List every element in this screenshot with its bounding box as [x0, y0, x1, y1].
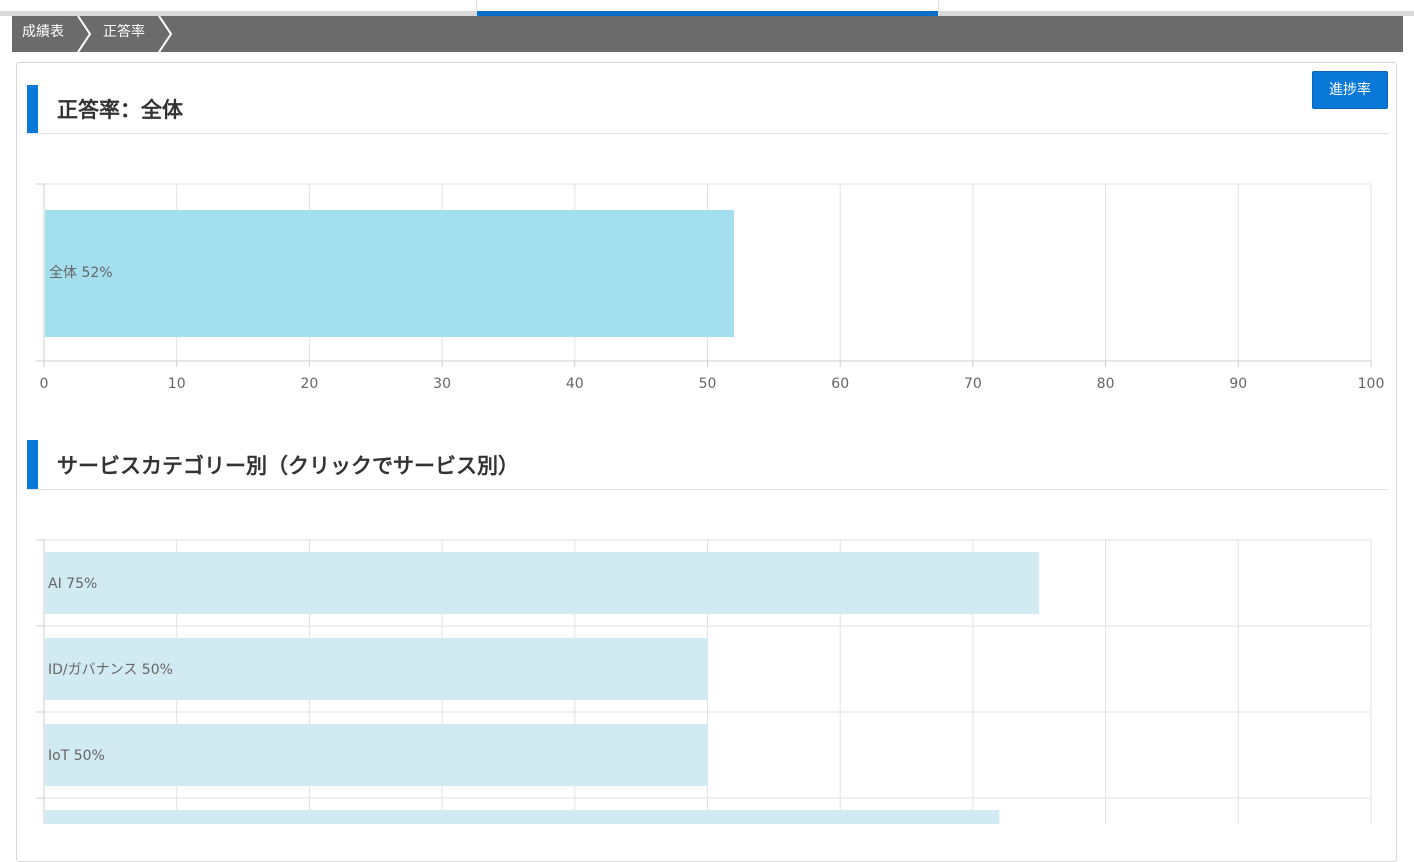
chevron-right-icon	[158, 16, 173, 52]
x-tick-label: 40	[566, 376, 584, 392]
section-header-overall: 正答率：全体	[27, 85, 1388, 134]
x-tick-label: 20	[300, 376, 318, 392]
x-tick-label: 50	[699, 376, 717, 392]
overall-bar[interactable]	[45, 210, 735, 337]
x-tick-label: 30	[433, 376, 451, 392]
bar-label: 全体 52%	[49, 264, 113, 281]
active-tab[interactable]	[476, 0, 939, 16]
breadcrumb-item-report[interactable]: 成績表	[22, 16, 64, 52]
category-bar[interactable]	[45, 552, 1040, 614]
top-tab-strip	[0, 0, 1414, 16]
x-tick-label: 80	[1097, 376, 1115, 392]
x-tick-label: 10	[168, 376, 186, 392]
breadcrumb: 成績表 正答率	[12, 16, 1403, 52]
bar-label: AI 75%	[48, 576, 97, 592]
section-header-category: サービスカテゴリー別（クリックでサービス別）	[27, 440, 1388, 490]
x-tick-label: 70	[964, 376, 982, 392]
section-accent	[27, 85, 38, 133]
bar-label: IoT 50%	[48, 748, 105, 764]
category-bar[interactable]	[45, 810, 1000, 824]
chevron-right-icon	[77, 16, 92, 52]
category-accuracy-chart: AI 75% ID/ガバナンス 50% IoT 50%	[36, 539, 1372, 824]
x-tick-label: 90	[1229, 376, 1247, 392]
breadcrumb-item-accuracy[interactable]: 正答率	[103, 16, 145, 52]
x-tick-label: 60	[831, 376, 849, 392]
section-accent	[27, 440, 38, 489]
x-tick-label: 100	[1358, 376, 1385, 392]
section-title-category: サービスカテゴリー別（クリックでサービス別）	[57, 454, 519, 478]
bar-label: ID/ガバナンス 50%	[48, 662, 173, 678]
category-bar[interactable]	[45, 724, 708, 786]
overall-accuracy-chart: 0 10 20 30 40 50 60 70 80 90 100 全体 52%	[36, 183, 1385, 392]
x-tick-label: 0	[40, 376, 49, 392]
section-title-overall: 正答率：全体	[57, 98, 183, 122]
